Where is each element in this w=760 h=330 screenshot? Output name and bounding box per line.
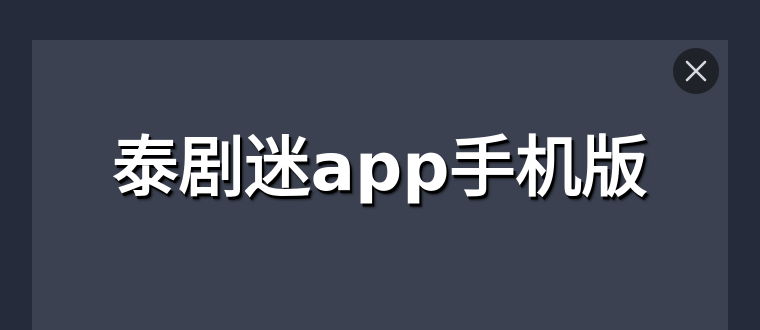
- close-button[interactable]: [673, 48, 719, 94]
- banner-title: 泰剧迷app手机版: [112, 129, 648, 206]
- close-icon: [685, 60, 707, 82]
